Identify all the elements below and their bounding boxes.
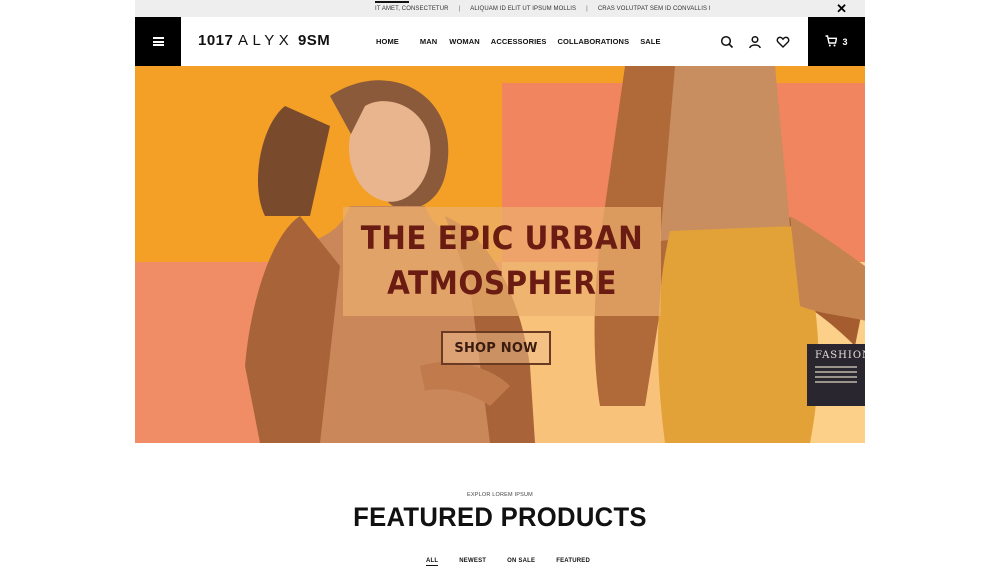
filter-tab-featured[interactable]: FEATURED	[556, 558, 590, 566]
announcement-bar: IT AMET, CONSECTETUR | ALIQUAM ID ELIT U…	[135, 0, 865, 17]
search-icon[interactable]	[720, 35, 734, 49]
brand-logo[interactable]: 1017 ALYX 9SM	[198, 32, 330, 49]
close-icon[interactable]: ✕	[836, 2, 847, 15]
featured-title: FEATURED PRODUCTS	[353, 502, 647, 532]
heart-icon[interactable]	[776, 35, 790, 49]
featured-kicker: EXPLOR LOREM IPSUM	[467, 492, 533, 498]
cart-count: 3	[842, 36, 848, 47]
announcement-separator: |	[458, 5, 461, 12]
filter-tab-all[interactable]: ALL	[426, 558, 439, 566]
page-frame: IT AMET, CONSECTETUR | ALIQUAM ID ELIT U…	[135, 0, 865, 573]
menu-button[interactable]	[135, 17, 181, 66]
nav-man[interactable]: MAN	[420, 37, 437, 46]
filter-tab-newest[interactable]: NEWEST	[459, 558, 486, 566]
nav-sale[interactable]: SALE	[640, 37, 660, 46]
cart-icon	[825, 34, 838, 49]
user-icon[interactable]	[748, 35, 762, 49]
announcement-item: IT AMET, CONSECTETUR	[375, 0, 449, 12]
site-header: 1017 ALYX 9SM HOME MAN WOMAN ACCESSORIES…	[135, 17, 865, 66]
cart-button[interactable]: 3	[808, 17, 865, 66]
fashion-card-title: FASHION	[815, 350, 865, 361]
hero-banner: THE EPIC URBAN ATMOSPHERE SHOP NOW FASHI…	[135, 66, 865, 443]
nav-accessories[interactable]: ACCESSORIES	[491, 37, 547, 46]
fashion-promo-card: FASHION	[807, 344, 865, 406]
shop-now-button[interactable]: SHOP NOW	[441, 331, 551, 365]
announcement-item: ALIQUAM ID ELIT UT IPSUM MOLLIS	[470, 5, 577, 12]
announcement-separator: |	[586, 5, 588, 12]
announcement-ticker: IT AMET, CONSECTETUR | ALIQUAM ID ELIT U…	[375, 0, 711, 17]
product-filter-tabs: ALL NEWEST ON SALE FEATURED	[426, 558, 590, 566]
header-icons	[720, 17, 790, 66]
main-nav: HOME MAN WOMAN ACCESSORIES COLLABORATION…	[376, 17, 672, 66]
hero-title: THE EPIC URBAN ATMOSPHERE	[360, 219, 644, 302]
announcement-item: CRAS VOLUTPAT SEM ID CONVALLIS I	[597, 5, 711, 12]
nav-home[interactable]: HOME	[376, 37, 399, 46]
nav-collaborations[interactable]: COLLABORATIONS	[558, 37, 630, 46]
filter-tab-on-sale[interactable]: ON SALE	[507, 558, 535, 566]
fashion-card-text-lines	[815, 366, 865, 383]
nav-woman[interactable]: WOMAN	[449, 37, 480, 46]
hamburger-menu-icon	[152, 37, 164, 46]
